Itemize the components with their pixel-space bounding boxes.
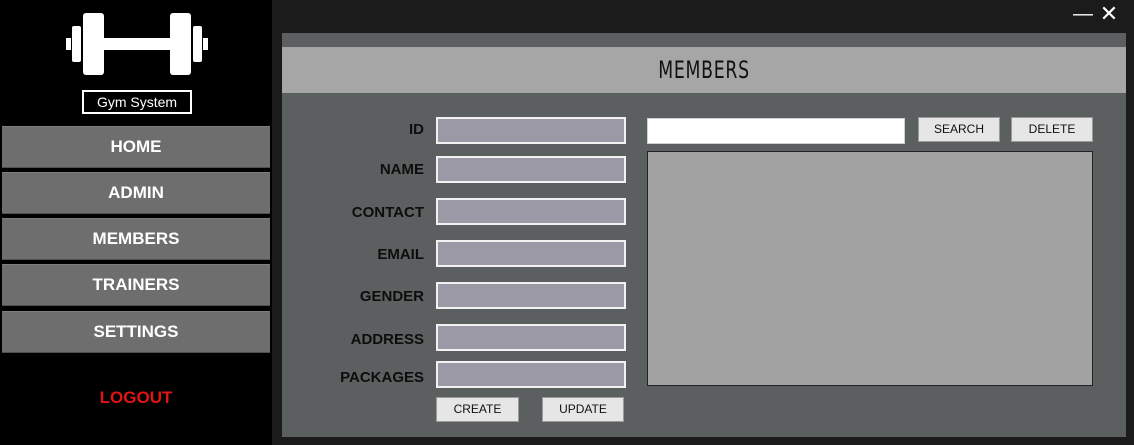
address-field[interactable]	[436, 324, 626, 351]
nav-trainers[interactable]: TRAINERS	[2, 264, 270, 306]
address-label: ADDRESS	[350, 331, 424, 348]
id-field[interactable]	[436, 117, 626, 144]
close-icon[interactable]: ✕	[1098, 3, 1120, 26]
search-input[interactable]	[647, 118, 905, 144]
contact-field[interactable]	[436, 198, 626, 225]
gender-label: GENDER	[359, 288, 424, 305]
members-table[interactable]	[647, 151, 1093, 386]
gender-field[interactable]	[436, 282, 626, 309]
search-button[interactable]: SEARCH	[918, 117, 1000, 142]
delete-button[interactable]: DELETE	[1011, 117, 1093, 142]
nav-settings[interactable]: SETTINGS	[2, 311, 270, 353]
contact-label: CONTACT	[351, 204, 424, 221]
nav-members[interactable]: MEMBERS	[2, 218, 270, 260]
name-field[interactable]	[436, 156, 626, 183]
email-label: EMAIL	[377, 246, 424, 263]
packages-label: PACKAGES	[340, 369, 424, 386]
dumbbell-icon	[66, 13, 208, 75]
name-label: NAME	[379, 161, 424, 178]
nav-home[interactable]: HOME	[2, 126, 270, 168]
email-field[interactable]	[436, 240, 626, 267]
page-header: MEMBERS	[282, 47, 1126, 93]
logout-button[interactable]: LOGOUT	[2, 388, 270, 408]
title-bar	[272, 0, 1134, 33]
nav-admin[interactable]: ADMIN	[2, 172, 270, 214]
app-brand: Gym System	[82, 90, 192, 114]
id-label: ID	[409, 121, 424, 138]
create-button[interactable]: CREATE	[436, 397, 519, 422]
page-title: MEMBERS	[658, 56, 750, 84]
minimize-icon[interactable]: —	[1072, 4, 1094, 26]
update-button[interactable]: UPDATE	[542, 397, 624, 422]
sidebar: Gym System HOME ADMIN MEMBERS TRAINERS S…	[0, 0, 272, 445]
packages-field[interactable]	[436, 361, 626, 388]
members-panel: MEMBERS ID NAME CONTACT EMAIL GENDER ADD…	[282, 33, 1126, 437]
